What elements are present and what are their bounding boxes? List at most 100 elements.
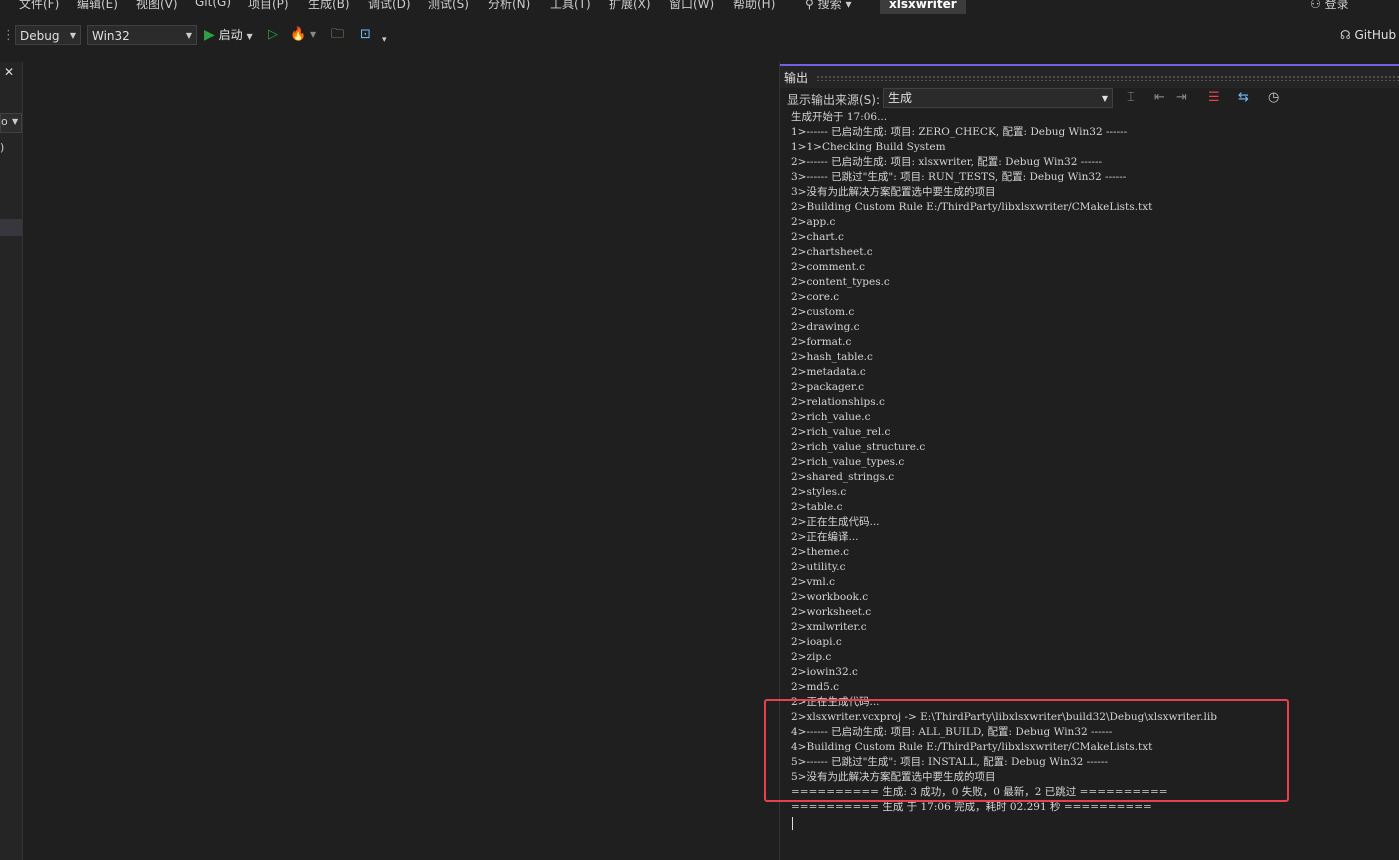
output-line: 2>core.c xyxy=(791,291,840,303)
menu-analyze[interactable]: 分析(N) xyxy=(488,0,530,12)
word-wrap-icon[interactable]: ⇆ xyxy=(1238,90,1249,105)
search-label: 搜索 xyxy=(817,0,842,11)
output-line: 2>drawing.c xyxy=(791,321,860,333)
platform-dropdown[interactable]: Win32 ▼ xyxy=(87,25,197,45)
chevron-down-icon: ▼ xyxy=(12,117,19,126)
window-layout-icon[interactable]: ⊡ xyxy=(360,25,371,45)
output-line: 2>iowin32.c xyxy=(791,666,858,678)
output-line: 2>relationships.c xyxy=(791,396,885,408)
output-source-value: 生成 xyxy=(888,91,913,105)
left-pane-dropdown[interactable]: o ▼ xyxy=(0,113,22,133)
chevron-down-icon[interactable]: ▼ xyxy=(310,25,316,45)
github-label: GitHub xyxy=(1354,28,1397,42)
output-line: 2>chart.c xyxy=(791,231,844,243)
go-to-line-icon[interactable]: ⌶ xyxy=(1127,90,1135,105)
output-line: ========== 生成 于 17:06 完成，耗时 02.291 秒 ===… xyxy=(791,801,1152,813)
output-line: 2>styles.c xyxy=(791,486,847,498)
search-icon: ⚲ xyxy=(805,0,818,11)
output-line: 2>rich_value_structure.c xyxy=(791,441,926,453)
output-line: 2>rich_value_rel.c xyxy=(791,426,891,438)
output-line: 2>format.c xyxy=(791,336,852,348)
login-button[interactable]: ⚇ 登录 xyxy=(1310,0,1349,12)
output-source-label: 显示输出来源(S): xyxy=(787,93,881,107)
menu-git[interactable]: Git(G) xyxy=(195,0,231,9)
output-line: 2>theme.c xyxy=(791,546,850,558)
menu-file[interactable]: 文件(F) xyxy=(19,0,59,12)
folder-icon[interactable]: 🗀 xyxy=(331,25,344,45)
clear-all-icon[interactable]: ☰ xyxy=(1208,90,1220,105)
selected-tree-item[interactable] xyxy=(0,219,22,236)
output-line: 2>worksheet.c xyxy=(791,606,872,618)
repo-tab[interactable]: xlsxwriter xyxy=(880,0,966,14)
output-line: 2>rich_value.c xyxy=(791,411,871,423)
search-box[interactable]: ⚲ 搜索 ▾ xyxy=(805,0,851,12)
output-line: 2>shared_strings.c xyxy=(791,471,895,483)
output-line: 2>rich_value_types.c xyxy=(791,456,905,468)
menu-view[interactable]: 视图(V) xyxy=(136,0,178,12)
left-pane-dropdown-text: o xyxy=(1,115,8,128)
output-line: 2>comment.c xyxy=(791,261,866,273)
output-line: 1>------ 已启动生成: 项目: ZERO_CHECK, 配置: Debu… xyxy=(791,126,1128,138)
chevron-down-icon: ▼ xyxy=(246,32,253,41)
grip-icon: ⋮ xyxy=(2,28,15,43)
clock-icon[interactable]: ◷ xyxy=(1268,90,1279,105)
output-line: 生成开始于 17:06... xyxy=(791,111,888,123)
output-line: 2>xmlwriter.c xyxy=(791,621,867,633)
output-line: 2>zip.c xyxy=(791,651,832,663)
menu-tools[interactable]: 工具(T) xyxy=(550,0,591,12)
highlight-box xyxy=(764,699,1289,802)
user-icon: ⚇ xyxy=(1310,0,1325,11)
menu-edit[interactable]: 编辑(E) xyxy=(77,0,118,12)
output-source-dropdown[interactable]: 生成 ▼ xyxy=(883,88,1113,108)
start-label: 启动 xyxy=(218,28,243,42)
output-line: 2>custom.c xyxy=(791,306,855,318)
close-icon[interactable]: ✕ xyxy=(4,65,14,79)
output-line: 2>utility.c xyxy=(791,561,846,573)
menu-debug[interactable]: 调试(D) xyxy=(368,0,411,12)
output-line: 2>正在生成代码... xyxy=(791,516,880,528)
output-line: 2>table.c xyxy=(791,501,843,513)
output-line: 2>ioapi.c xyxy=(791,636,842,648)
output-panel-header: 输出 xyxy=(780,64,1399,88)
start-button[interactable]: ▶ 启动 ▼ xyxy=(204,25,253,45)
output-line: 2>packager.c xyxy=(791,381,864,393)
panel-grip[interactable] xyxy=(816,75,1399,81)
output-line: 2>workbook.c xyxy=(791,591,869,603)
output-line: 2>Building Custom Rule E:/ThirdParty/lib… xyxy=(791,201,1153,213)
chevron-down-icon: ▾ xyxy=(841,0,852,11)
output-line: 2>chartsheet.c xyxy=(791,246,873,258)
menu-extensions[interactable]: 扩展(X) xyxy=(609,0,651,12)
output-line: 2>hash_table.c xyxy=(791,351,873,363)
chevron-down-icon: ▼ xyxy=(185,31,192,40)
output-title: 输出 xyxy=(784,71,809,85)
output-line: 2>正在编译... xyxy=(791,531,859,543)
menu-window[interactable]: 窗口(W) xyxy=(669,0,714,12)
chevron-down-icon: ▼ xyxy=(69,31,76,40)
menu-bar: 文件(F) 编辑(E) 视图(V) Git(G) 项目(P) 生成(B) 调试(… xyxy=(0,0,1399,14)
menu-test[interactable]: 测试(S) xyxy=(428,0,469,12)
output-line: 2>metadata.c xyxy=(791,366,866,378)
next-message-icon[interactable]: ⇥ xyxy=(1176,90,1187,105)
login-label: 登录 xyxy=(1324,0,1349,11)
menu-project[interactable]: 项目(P) xyxy=(248,0,289,12)
start-without-debug-icon[interactable]: ▷ xyxy=(268,25,278,45)
menu-build[interactable]: 生成(B) xyxy=(308,0,350,12)
left-pane-text: ) xyxy=(0,141,5,154)
config-dropdown[interactable]: Debug ▼ xyxy=(15,25,81,45)
platform-value: Win32 xyxy=(92,29,130,43)
play-icon: ▶ xyxy=(204,27,215,43)
github-copilot-button[interactable]: ☊ GitHub xyxy=(1340,25,1396,45)
output-line: 3>没有为此解决方案配置选中要生成的项目 xyxy=(791,186,996,198)
editor-area xyxy=(23,62,780,860)
config-value: Debug xyxy=(20,29,60,43)
hot-reload-icon[interactable]: 🔥 xyxy=(290,25,306,45)
output-source-row: 显示输出来源(S): 生成 ▼ xyxy=(780,88,1399,110)
prev-message-icon[interactable]: ⇤ xyxy=(1154,90,1165,105)
output-line: 1>1>Checking Build System xyxy=(791,141,946,153)
output-line: 2>vml.c xyxy=(791,576,835,588)
toolbar-overflow-icon[interactable]: ▾ xyxy=(382,30,387,50)
output-line: 2>app.c xyxy=(791,216,836,228)
solution-explorer-pane: ✕ o ▼ ) xyxy=(0,62,23,860)
menu-help[interactable]: 帮助(H) xyxy=(733,0,775,12)
copilot-icon: ☊ xyxy=(1340,28,1351,42)
